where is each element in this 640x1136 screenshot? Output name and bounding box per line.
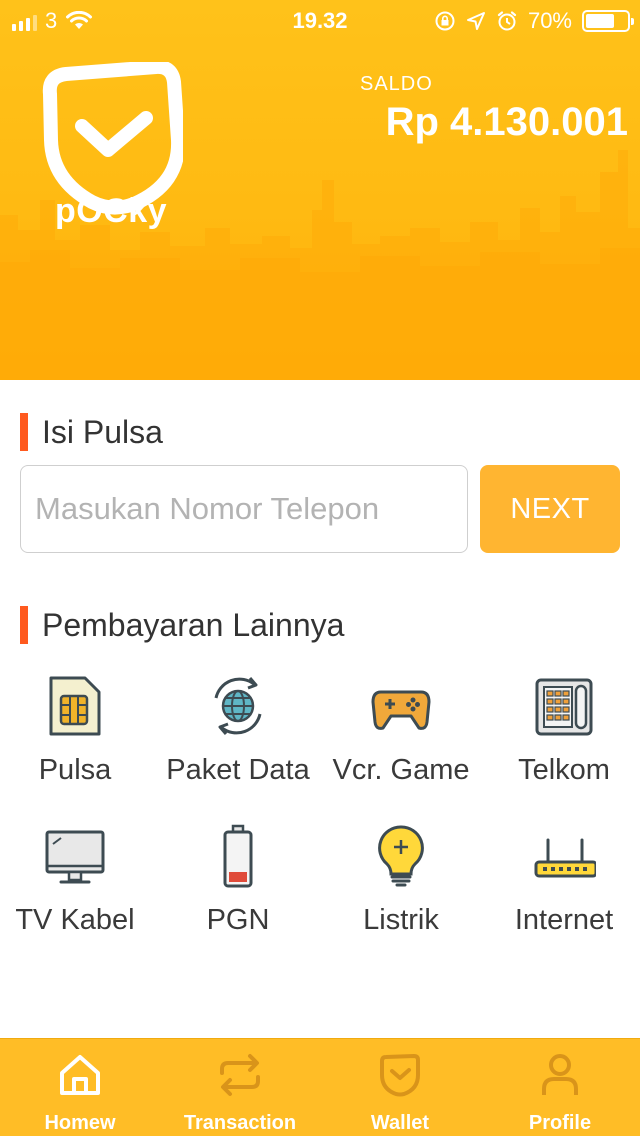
battery-percent: 70% <box>527 8 572 33</box>
user-icon <box>542 1054 578 1095</box>
next-button[interactable]: NEXT <box>480 465 620 553</box>
saldo-label: SALDO <box>360 73 433 95</box>
router-icon <box>534 838 596 878</box>
payment-item-label: Telkom <box>518 754 610 786</box>
payment-item-pgn[interactable]: PGN <box>158 818 318 948</box>
payment-item-label: TV Kabel <box>15 904 135 936</box>
nav-label: Transaction <box>183 1112 297 1134</box>
payment-item-label: Listrik <box>363 904 439 936</box>
battery-icon <box>582 10 634 32</box>
pembayaran-lainnya-heading: Pembayaran Lainnya <box>20 606 344 644</box>
nav-transaction[interactable]: Transaction <box>160 1039 320 1136</box>
payment-item-telkom[interactable]: Telkom <box>484 668 640 798</box>
location-icon <box>466 12 485 30</box>
payment-item-label: Paket Data <box>166 754 310 786</box>
payment-item-label: Pulsa <box>38 754 112 786</box>
bottom-navigation: Homew Transaction Wallet Profile <box>0 1038 640 1136</box>
telephone-icon <box>535 678 593 736</box>
pocky-home-screen: 3 19.32 70% pOCky SALDO Rp 4.130.001 Isi… <box>0 0 640 1136</box>
section-accent-bar <box>20 606 28 644</box>
section-accent-bar <box>20 413 28 451</box>
nav-wallet[interactable]: Wallet <box>320 1039 480 1136</box>
status-right: 70% <box>434 8 634 34</box>
isi-pulsa-title: Isi Pulsa <box>42 413 163 450</box>
wallet-icon <box>380 1054 420 1097</box>
saldo-amount: Rp 4.130.001 <box>385 100 628 144</box>
battery-level <box>586 14 614 28</box>
nav-profile[interactable]: Profile <box>480 1039 640 1136</box>
sim-card-icon <box>49 676 101 736</box>
payment-item-vcr-game[interactable]: Vcr. Game <box>321 668 481 798</box>
gamepad-icon <box>371 690 431 730</box>
pembayaran-title: Pembayaran Lainnya <box>42 606 345 643</box>
phone-number-input[interactable] <box>20 465 468 553</box>
status-bar: 3 19.32 70% <box>0 0 640 40</box>
transfer-icon <box>220 1054 260 1096</box>
payment-item-tv-kabel[interactable]: TV Kabel <box>0 818 155 948</box>
lightbulb-icon <box>378 825 424 887</box>
payment-item-label: Vcr. Game <box>332 754 470 786</box>
payment-item-label: Internet <box>514 904 614 936</box>
payment-item-listrik[interactable]: Listrik <box>321 818 481 948</box>
globe-sync-icon <box>214 677 262 735</box>
monitor-icon <box>45 830 105 884</box>
payment-item-pulsa[interactable]: Pulsa <box>0 668 155 798</box>
payment-item-internet[interactable]: Internet <box>484 818 640 948</box>
nav-label: Homew <box>44 1112 116 1134</box>
nav-home[interactable]: Homew <box>0 1039 160 1136</box>
payment-item-paket-data[interactable]: Paket Data <box>158 668 318 798</box>
isi-pulsa-heading: Isi Pulsa <box>20 413 163 451</box>
alarm-icon <box>497 11 517 31</box>
brand-name: pOCky <box>54 192 168 230</box>
home-icon <box>60 1055 100 1095</box>
lock-rotation-icon <box>435 11 455 31</box>
battery-low-icon <box>223 824 253 888</box>
nav-label: Wallet <box>370 1112 430 1134</box>
header-banner: 3 19.32 70% pOCky SALDO Rp 4.130.001 <box>0 0 640 380</box>
nav-label: Profile <box>528 1112 592 1134</box>
payment-item-label: PGN <box>206 904 270 936</box>
